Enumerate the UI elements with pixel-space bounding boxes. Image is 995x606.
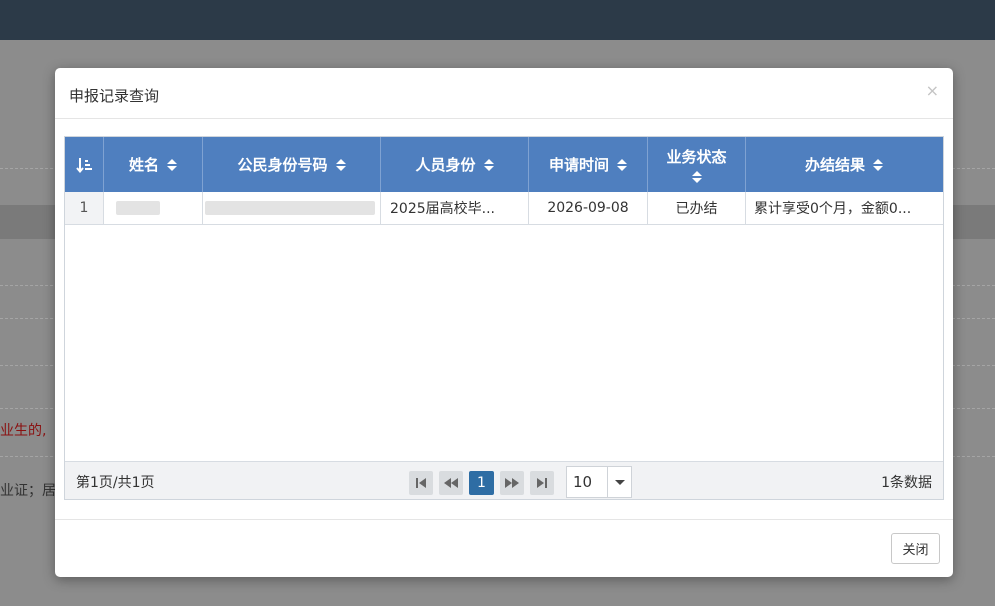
close-icon[interactable]: × — [926, 81, 939, 100]
sort-icon — [483, 158, 494, 171]
column-label: 公民身份号码 — [237, 156, 328, 174]
background-red-text: 业生的, — [0, 423, 47, 439]
column-label: 人员身份 — [415, 156, 476, 174]
column-header-result[interactable]: 办结结果 — [746, 137, 942, 192]
current-page-button[interactable]: 1 — [469, 471, 494, 495]
first-page-icon — [416, 478, 426, 488]
next-page-button[interactable] — [500, 471, 524, 495]
chevron-down-icon[interactable] — [607, 467, 631, 497]
redacted-blur — [116, 201, 160, 215]
column-header-identity[interactable]: 人员身份 — [381, 137, 529, 192]
result-cell: 累计享受0个月，金额0... — [754, 201, 912, 217]
top-nav-bar — [0, 0, 995, 40]
status-cell: 已办结 — [648, 192, 746, 224]
sort-icon — [617, 158, 627, 171]
pagination: 1 10 — [409, 466, 632, 498]
row-index: 1 — [65, 192, 104, 224]
modal-title: 申报记录查询 — [69, 87, 160, 105]
name-cell-redacted — [104, 192, 203, 224]
table-footer: 第1页/共1页 1 10 1条数据 — [65, 461, 943, 499]
first-page-button[interactable] — [409, 471, 433, 495]
last-page-icon — [537, 478, 547, 488]
close-button[interactable]: 关闭 — [891, 533, 940, 564]
last-page-button[interactable] — [530, 471, 554, 495]
redacted-blur — [205, 201, 375, 215]
records-modal: 申报记录查询 × 姓名 公民身份号码 人员身份 申请时间 业务状态 办结结果 1… — [55, 68, 953, 577]
id-number-cell-redacted — [203, 192, 381, 224]
column-label: 办结结果 — [804, 156, 865, 174]
page-size-value: 10 — [573, 473, 593, 491]
records-table: 姓名 公民身份号码 人员身份 申请时间 业务状态 办结结果 1 2025届高校毕… — [64, 136, 944, 500]
identity-cell: 2025届高校毕... — [381, 192, 529, 224]
column-label: 姓名 — [128, 156, 159, 174]
prev-page-button[interactable] — [439, 471, 463, 495]
column-label: 申请时间 — [548, 156, 609, 174]
total-count: 1条数据 — [881, 475, 932, 491]
sort-icon — [335, 158, 346, 171]
sort-order-icon[interactable] — [65, 137, 104, 192]
sort-icon — [167, 158, 177, 171]
sort-order-icon-glyph — [76, 157, 92, 173]
table-row[interactable]: 1 2025届高校毕... 2026-09-08 已办结 累计享受0个月，金额0… — [65, 192, 943, 225]
modal-footer: 关闭 — [55, 519, 953, 577]
page-info: 第1页/共1页 — [76, 475, 155, 491]
column-header-name[interactable]: 姓名 — [104, 137, 203, 192]
background-text: 业证；居 — [0, 483, 56, 499]
column-header-status[interactable]: 业务状态 — [648, 137, 746, 192]
page-size-select[interactable]: 10 — [566, 466, 632, 498]
table-header: 姓名 公民身份号码 人员身份 申请时间 业务状态 办结结果 — [65, 137, 943, 192]
column-header-apply-time[interactable]: 申请时间 — [529, 137, 648, 192]
apply-time-cell: 2026-09-08 — [529, 192, 648, 224]
column-label: 业务状态 — [666, 148, 727, 166]
next-page-icon — [505, 478, 519, 488]
column-header-id-number[interactable]: 公民身份号码 — [203, 137, 381, 192]
sort-icon — [873, 158, 883, 171]
sort-icon — [691, 171, 702, 183]
modal-header: 申报记录查询 × — [55, 68, 953, 119]
prev-page-icon — [444, 478, 458, 488]
